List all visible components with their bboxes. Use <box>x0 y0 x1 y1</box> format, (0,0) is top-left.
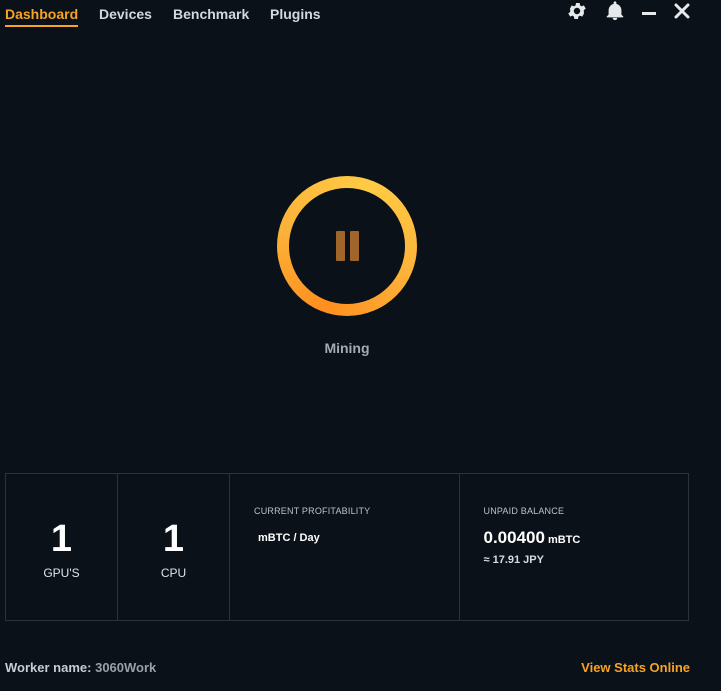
cpu-count-value: 1 <box>162 518 185 560</box>
cpu-count-label: CPU <box>160 566 187 580</box>
worker-name-value: 3060Work <box>95 660 157 675</box>
worker-name-label: Worker name: <box>5 660 92 675</box>
close-icon[interactable] <box>669 0 695 22</box>
pause-icon <box>289 188 405 304</box>
balance-unit: mBTC <box>547 534 581 546</box>
balance-fiat: ≈ 17.91 JPY <box>483 554 544 566</box>
stats-panel: 1 GPU'S 1 CPU CURRENT PROFITABILITY mBTC… <box>5 473 689 621</box>
balance-cell: UNPAID BALANCE 0.00400 mBTC ≈ 17.91 JPY <box>460 474 689 620</box>
gear-icon[interactable] <box>564 0 590 22</box>
gpu-count-cell: 1 GPU'S <box>6 474 118 620</box>
profitability-unit: mBTC / Day <box>258 532 320 544</box>
balance-caption: UNPAID BALANCE <box>483 506 565 516</box>
top-bar: Dashboard Devices Benchmark Plugins <box>0 0 721 34</box>
cpu-count-cell: 1 CPU <box>118 474 230 620</box>
tab-benchmark[interactable]: Benchmark <box>173 6 249 25</box>
gpu-count-label: GPU'S <box>43 566 80 580</box>
profitability-caption: CURRENT PROFITABILITY <box>254 506 371 516</box>
tab-plugins[interactable]: Plugins <box>270 6 321 25</box>
bell-icon[interactable] <box>602 0 628 22</box>
balance-amount: 0.00400 <box>483 528 545 547</box>
mining-toggle-button[interactable] <box>277 176 417 316</box>
minimize-icon[interactable] <box>636 0 662 22</box>
balance-value: 0.00400 mBTC <box>484 528 581 548</box>
view-stats-link[interactable]: View Stats Online <box>581 660 690 675</box>
tab-dashboard[interactable]: Dashboard <box>5 6 79 27</box>
mining-status-label: Mining <box>324 340 370 356</box>
profitability-cell: CURRENT PROFITABILITY mBTC / Day <box>230 474 460 620</box>
worker-name: Worker name: 3060Work <box>5 660 156 675</box>
gpu-count-value: 1 <box>50 518 73 560</box>
tab-devices[interactable]: Devices <box>99 6 152 25</box>
